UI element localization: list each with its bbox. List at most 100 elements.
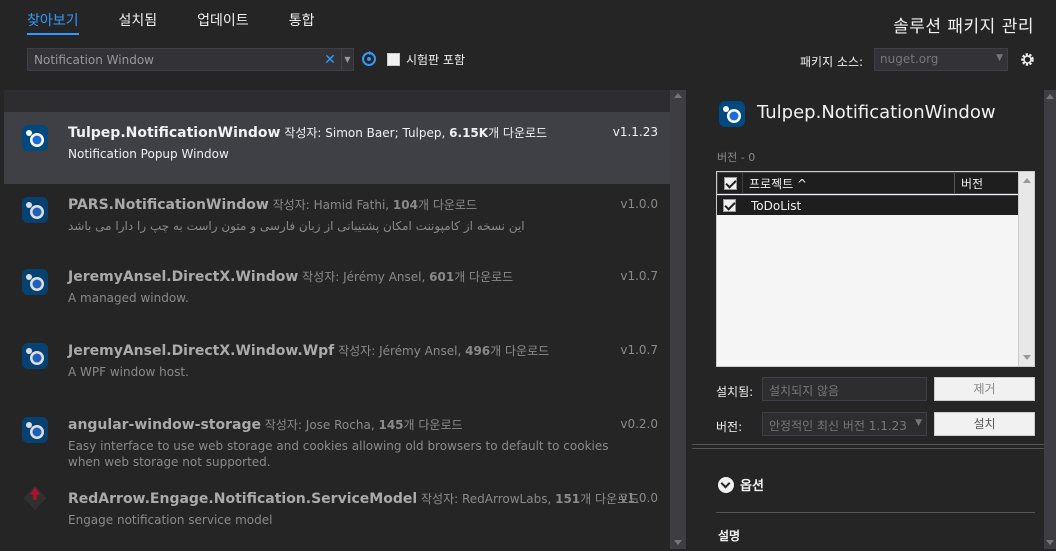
package-name: angular-window-storage	[68, 417, 261, 433]
project-column-header[interactable]: 프로젝트 ^	[742, 173, 954, 193]
download-suffix: 개 다운로드	[454, 270, 514, 284]
download-count: 104	[392, 198, 418, 212]
header: 찾아보기 설치됨 업데이트 통합 솔루션 패키지 관리 ✕ ▼ 시험판 포함 패…	[0, 0, 1056, 88]
project-table-header: 프로젝트 ^ 버전	[717, 172, 1019, 194]
package-description: Easy interface to use web storage and co…	[68, 439, 609, 469]
search-dropdown-icon[interactable]: ▼	[341, 49, 353, 70]
author-prefix: 작성자:	[338, 344, 376, 358]
search-input[interactable]	[28, 52, 323, 67]
package-description: این نسخه از کامپوننت امکان پشتیبانی از ز…	[68, 219, 525, 233]
download-suffix: 개 다운로드	[490, 344, 550, 358]
download-count: 151	[555, 492, 581, 506]
package-name: RedArrow.Engage.Notification.ServiceMode…	[68, 491, 418, 507]
nuget-package-icon	[22, 417, 48, 443]
list-item[interactable]: Tulpep.NotificationWindow 작성자: Simon Bae…	[4, 112, 670, 184]
project-name: ToDoList	[751, 198, 802, 213]
scroll-up-icon[interactable]	[1046, 94, 1054, 99]
gear-icon[interactable]	[1019, 51, 1036, 68]
search-box: ✕ ▼	[27, 48, 354, 71]
package-author: Jérémy Ansel,	[379, 344, 462, 358]
package-source-label: 패키지 소스:	[800, 55, 864, 69]
project-table: 프로젝트 ^ 버전 ToDoList	[716, 171, 1035, 367]
package-title-line: PARS.NotificationWindow 작성자: Hamid Fathi…	[68, 196, 477, 213]
download-suffix: 개 다운로드	[488, 126, 548, 140]
list-item[interactable]: angular-window-storage 작성자: Jose Rocha, …	[4, 404, 670, 476]
nuget-package-icon	[719, 101, 745, 127]
scroll-up-icon[interactable]	[1023, 178, 1031, 183]
red-arrow-package-icon	[23, 485, 47, 511]
version-label: 버전:	[716, 420, 743, 434]
version-select-value: 안정적인 최신 버전 1.1.23	[769, 419, 907, 433]
package-author: Simon Baer; Tulpep,	[325, 126, 446, 140]
divider	[716, 512, 1035, 513]
download-count: 496	[465, 344, 491, 358]
list-item[interactable]: PARS.NotificationWindow 작성자: Hamid Fathi…	[4, 184, 670, 256]
package-source-select[interactable]: nuget.org ▼	[874, 48, 1008, 71]
scroll-up-icon[interactable]	[674, 93, 682, 98]
tab-browse[interactable]: 찾아보기	[27, 10, 79, 35]
author-prefix: 작성자:	[272, 198, 310, 212]
nuget-package-icon	[22, 125, 48, 151]
page-title: 솔루션 패키지 관리	[893, 17, 1034, 37]
package-version: v1.0.7	[620, 269, 658, 283]
nuget-package-icon	[22, 197, 48, 223]
download-suffix: 개 다운로드	[403, 418, 463, 432]
tab-bar: 찾아보기 설치됨 업데이트 통합	[27, 10, 354, 35]
version-select[interactable]: 안정적인 최신 버전 1.1.23 ▼	[762, 412, 927, 436]
prerelease-label: 시험판 포함	[406, 53, 466, 67]
package-name: Tulpep.NotificationWindow	[68, 125, 281, 141]
divider	[692, 444, 1044, 445]
package-version: v1.0.7	[620, 343, 658, 357]
list-item[interactable]: JeremyAnsel.DirectX.Window 작성자: Jérémy A…	[4, 256, 670, 328]
table-row[interactable]: ToDoList	[717, 195, 1019, 215]
package-title-line: JeremyAnsel.DirectX.Window 작성자: Jérémy A…	[68, 268, 513, 285]
project-checkbox[interactable]	[722, 199, 736, 212]
installed-label: 설치됨:	[716, 385, 754, 399]
include-prerelease-toggle[interactable]: 시험판 포함	[387, 51, 465, 68]
divider	[692, 448, 1044, 449]
scroll-down-icon[interactable]	[674, 540, 682, 545]
package-description: A WPF window host.	[68, 365, 189, 379]
package-author: Hamid Fathi,	[313, 198, 390, 212]
package-title-line: RedArrow.Engage.Notification.ServiceMode…	[68, 490, 639, 507]
clear-search-icon[interactable]: ✕	[323, 52, 337, 68]
list-scrollbar[interactable]	[670, 90, 686, 549]
scroll-down-icon[interactable]	[1023, 355, 1031, 360]
prerelease-checkbox[interactable]	[387, 53, 400, 66]
download-count: 145	[378, 418, 404, 432]
list-item[interactable]: RedArrow.Engage.Notification.ServiceMode…	[4, 478, 670, 550]
version-column-header[interactable]: 버전	[954, 173, 1018, 193]
install-button[interactable]: 설치	[934, 412, 1035, 436]
download-count: 6.15K	[449, 126, 489, 140]
chevron-down-icon: ▼	[996, 53, 1003, 63]
package-version: v1.1.23	[612, 125, 658, 139]
list-top-strip	[4, 90, 670, 112]
select-all-checkbox[interactable]	[723, 176, 737, 190]
download-count: 601	[429, 270, 455, 284]
author-prefix: 작성자:	[284, 126, 322, 140]
list-item[interactable]: JeremyAnsel.DirectX.Window.Wpf 작성자: Jéré…	[4, 330, 670, 402]
package-title-line: JeremyAnsel.DirectX.Window.Wpf 작성자: Jéré…	[68, 342, 549, 359]
package-name: JeremyAnsel.DirectX.Window	[68, 269, 299, 285]
package-title-line: angular-window-storage 작성자: Jose Rocha, …	[68, 416, 463, 433]
tab-installed[interactable]: 설치됨	[119, 10, 158, 35]
nuget-package-icon	[22, 269, 48, 295]
detail-scrollbar[interactable]	[1044, 90, 1056, 549]
author-prefix: 작성자:	[264, 418, 302, 432]
installed-value: 설치되지 않음	[762, 377, 927, 401]
scroll-down-icon[interactable]	[1046, 540, 1054, 545]
tab-consolidate[interactable]: 통합	[289, 10, 315, 35]
project-table-scrollbar[interactable]	[1018, 172, 1034, 366]
detail-title: Tulpep.NotificationWindow	[757, 102, 996, 123]
package-description: Notification Popup Window	[68, 147, 229, 161]
options-expander[interactable]: 옵션	[718, 475, 764, 494]
chevron-down-icon: ▼	[915, 418, 922, 428]
package-title-line: Tulpep.NotificationWindow 작성자: Simon Bae…	[68, 124, 547, 141]
remove-button[interactable]: 제거	[934, 377, 1035, 401]
package-name: PARS.NotificationWindow	[68, 197, 269, 213]
description-label: 설명	[718, 529, 741, 543]
refresh-icon[interactable]	[360, 50, 378, 68]
options-label: 옵션	[740, 479, 764, 494]
tab-updates[interactable]: 업데이트	[197, 10, 249, 35]
package-version: v1.0.0	[620, 197, 658, 211]
